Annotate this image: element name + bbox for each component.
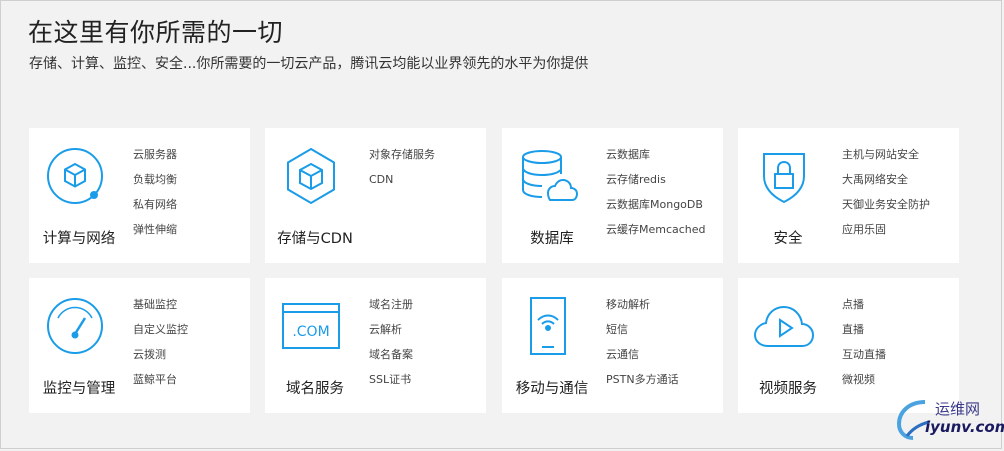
card-link[interactable]: 应用乐固 xyxy=(842,222,930,247)
card-link[interactable]: 云通信 xyxy=(606,347,679,372)
card-links: 移动解析 短信 云通信 PSTN多方通话 xyxy=(606,297,679,397)
card-title: 安全 xyxy=(773,231,803,247)
card-link[interactable]: 对象存储服务 xyxy=(369,147,435,172)
shield-lock-icon xyxy=(754,146,814,206)
card-title: 数据库 xyxy=(530,231,574,247)
card-link[interactable]: 云存储redis xyxy=(606,172,706,197)
card-link[interactable]: CDN xyxy=(369,172,435,197)
card-link[interactable]: SSL证书 xyxy=(369,372,413,397)
card-link[interactable]: 主机与网站安全 xyxy=(842,147,930,172)
card-links: 点播 直播 互动直播 微视频 xyxy=(842,297,886,397)
card-mobile[interactable]: 移动与通信 移动解析 短信 云通信 PSTN多方通话 xyxy=(502,278,723,413)
watermark-url: iyunv.com xyxy=(925,418,1004,436)
card-link[interactable]: 云数据库MongoDB xyxy=(606,197,706,222)
card-storage-cdn[interactable]: 存储与CDN 对象存储服务 CDN xyxy=(265,128,486,263)
database-cloud-icon xyxy=(518,146,578,206)
card-title: 域名服务 xyxy=(286,381,344,397)
card-link[interactable]: 云数据库 xyxy=(606,147,706,172)
card-link[interactable]: 云拨测 xyxy=(133,347,188,372)
card-links: 云服务器 负载均衡 私有网络 弹性伸缩 xyxy=(133,147,177,247)
card-link[interactable]: 弹性伸缩 xyxy=(133,222,177,247)
card-link[interactable]: 云缓存Memcached xyxy=(606,222,706,247)
card-compute-network[interactable]: 计算与网络 云服务器 负载均衡 私有网络 弹性伸缩 xyxy=(29,128,250,263)
gauge-icon xyxy=(45,296,105,356)
card-links: 云数据库 云存储redis 云数据库MongoDB 云缓存Memcached xyxy=(606,147,706,247)
card-security[interactable]: 安全 主机与网站安全 大禹网络安全 天御业务安全防护 应用乐固 xyxy=(738,128,959,263)
card-domain[interactable]: .COM 域名服务 域名注册 云解析 域名备案 SSL证书 xyxy=(265,278,486,413)
card-link[interactable]: 互动直播 xyxy=(842,347,886,372)
card-link[interactable]: 自定义监控 xyxy=(133,322,188,347)
card-database[interactable]: 数据库 云数据库 云存储redis 云数据库MongoDB 云缓存Memcach… xyxy=(502,128,723,263)
card-video[interactable]: 视频服务 点播 直播 互动直播 微视频 xyxy=(738,278,959,413)
card-link[interactable]: 微视频 xyxy=(842,372,886,397)
page-title: 在这里有你所需的一切 xyxy=(28,18,284,47)
card-link[interactable]: 直播 xyxy=(842,322,886,347)
card-link[interactable]: 云解析 xyxy=(369,322,413,347)
card-link[interactable]: 域名注册 xyxy=(369,297,413,322)
card-title: 计算与网络 xyxy=(42,231,116,247)
card-link[interactable]: 负载均衡 xyxy=(133,172,177,197)
card-link[interactable]: 天御业务安全防护 xyxy=(842,197,930,222)
card-title: 存储与CDN xyxy=(277,231,353,247)
card-links: 主机与网站安全 大禹网络安全 天御业务安全防护 应用乐固 xyxy=(842,147,930,247)
card-link[interactable]: 云服务器 xyxy=(133,147,177,172)
card-link[interactable]: 私有网络 xyxy=(133,197,177,222)
card-link[interactable]: 域名备案 xyxy=(369,347,413,372)
page-frame: 在这里有你所需的一切 存储、计算、监控、安全...你所需要的一切云产品，腾讯云均… xyxy=(0,0,1004,449)
card-link[interactable]: 基础监控 xyxy=(133,297,188,322)
page-subtitle: 存储、计算、监控、安全...你所需要的一切云产品，腾讯云均能以业界领先的水平为你… xyxy=(29,56,589,72)
site-watermark: 运维网 iyunv.com xyxy=(895,396,1004,444)
card-link[interactable]: 大禹网络安全 xyxy=(842,172,930,197)
cloud-play-icon xyxy=(754,296,814,356)
card-links: 域名注册 云解析 域名备案 SSL证书 xyxy=(369,297,413,397)
watermark-name: 运维网 xyxy=(935,400,981,418)
svg-text:.COM: .COM xyxy=(292,324,329,340)
card-title: 移动与通信 xyxy=(515,381,589,397)
cube-hexagon-icon xyxy=(281,146,341,206)
card-link[interactable]: PSTN多方通话 xyxy=(606,372,679,397)
phone-wifi-icon xyxy=(518,296,578,356)
card-title: 监控与管理 xyxy=(42,381,116,397)
card-link[interactable]: 蓝鲸平台 xyxy=(133,372,188,397)
card-link[interactable]: 短信 xyxy=(606,322,679,347)
browser-com-icon: .COM xyxy=(281,296,341,356)
card-links: 对象存储服务 CDN xyxy=(369,147,435,197)
card-monitoring[interactable]: 监控与管理 基础监控 自定义监控 云拨测 蓝鲸平台 xyxy=(29,278,250,413)
card-link[interactable]: 移动解析 xyxy=(606,297,679,322)
card-link[interactable]: 点播 xyxy=(842,297,886,322)
card-title: 视频服务 xyxy=(759,381,817,397)
card-links: 基础监控 自定义监控 云拨测 蓝鲸平台 xyxy=(133,297,188,397)
cube-circle-icon xyxy=(45,146,105,206)
